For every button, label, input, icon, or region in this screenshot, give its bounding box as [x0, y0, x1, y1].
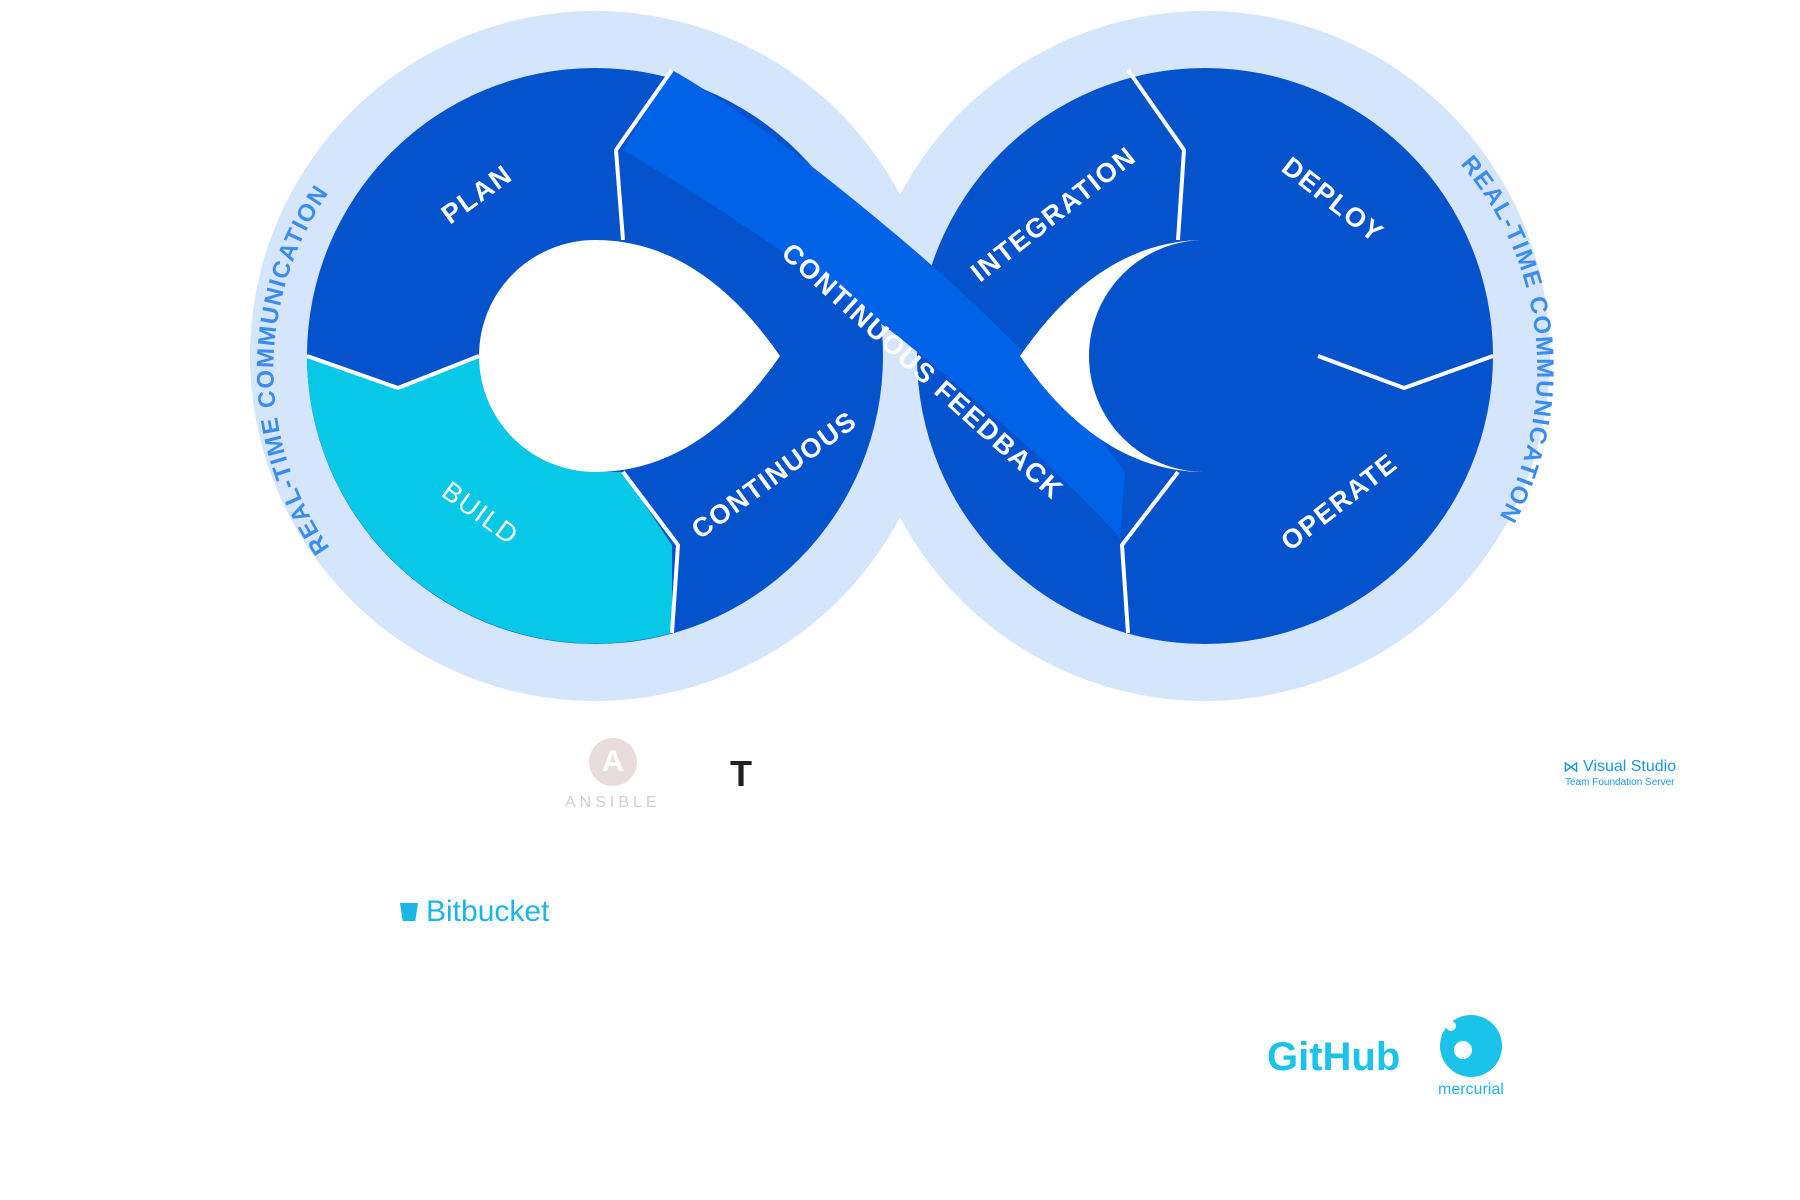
visual-studio-icon: ⋈ [1563, 759, 1579, 776]
ansible-icon: A [588, 738, 637, 786]
mercurial-logo: mercurial [1438, 1015, 1504, 1099]
github-logo: GitHub [1267, 1035, 1401, 1079]
visual-studio-logo: ⋈ Visual Studio Team Foundation Server [1563, 758, 1677, 788]
ansible-logo: A ANSIBLE [565, 738, 661, 812]
bitbucket-icon [400, 903, 418, 921]
bitbucket-logo: Bitbucket [400, 895, 549, 929]
devops-infinity-diagram: PLAN BUILD CONTINUOUS CONTINUOUS FEEDBAC… [250, 11, 1557, 701]
t-logo: T [730, 753, 752, 794]
mercurial-icon [1439, 1015, 1502, 1077]
